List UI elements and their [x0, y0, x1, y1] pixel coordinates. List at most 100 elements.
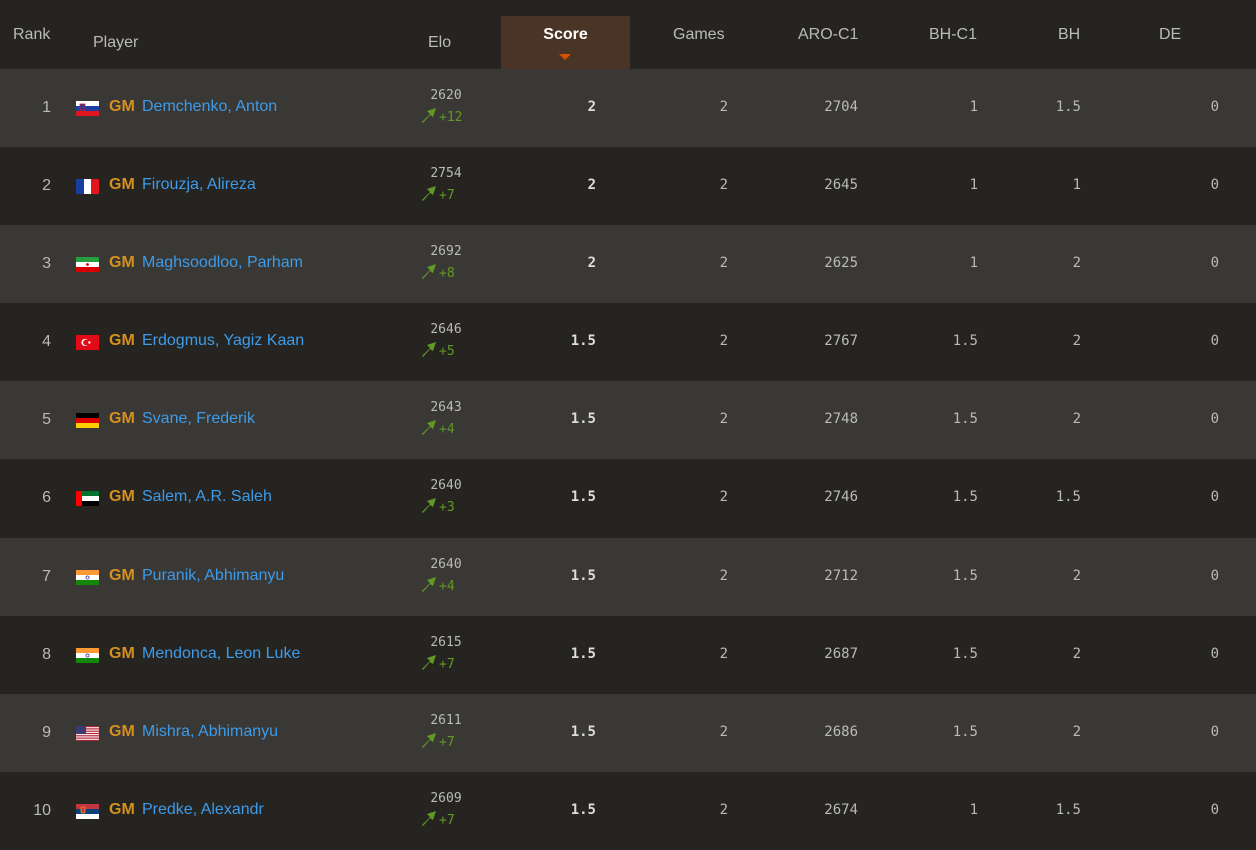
rank-cell: 9 — [42, 723, 51, 741]
aro-c1-cell: 2712 — [824, 567, 858, 584]
score-cell: 1.5 — [570, 801, 596, 818]
bh-c1-cell: 1.5 — [952, 567, 978, 584]
elo-rating: 2615 — [430, 634, 462, 650]
trend-up-icon — [421, 108, 439, 125]
games-cell: 2 — [719, 333, 728, 350]
player-title: GM — [109, 566, 135, 584]
score-cell: 2 — [587, 255, 596, 272]
bh-c1-cell: 1.5 — [952, 645, 978, 662]
elo-change: +4 — [421, 419, 455, 437]
bh-c1-column-header[interactable]: BH-C1 — [929, 26, 977, 44]
table-header: Rank Player Elo Score Games ARO-C1 BH-C1… — [0, 0, 1256, 69]
de-cell: 0 — [1210, 99, 1219, 115]
elo-column-header[interactable]: Elo — [428, 34, 451, 52]
india-flag — [76, 569, 99, 585]
table-row: 1 GM Demchenko, Anton 2620 +12 2 2 2704 1 1.5 0 — [0, 69, 1256, 148]
player-title: GM — [109, 176, 135, 194]
bh-cell: 2 — [1072, 255, 1081, 272]
elo-rating: 2692 — [430, 244, 462, 260]
trend-up-icon — [421, 810, 439, 828]
player-name-link[interactable]: Maghsoodloo, Parham — [142, 254, 303, 272]
elo-change: +7 — [421, 732, 455, 750]
bh-c1-cell: 1 — [969, 255, 978, 272]
elo-change-value: +3 — [439, 500, 455, 516]
rank-cell: 7 — [42, 567, 51, 585]
aro-c1-cell: 2767 — [824, 333, 858, 350]
trend-up-icon — [421, 732, 439, 750]
uae-flag — [76, 491, 99, 507]
trend-up-icon — [421, 186, 439, 203]
de-cell: 0 — [1210, 723, 1219, 740]
aro-c1-column-header[interactable]: ARO-C1 — [798, 26, 858, 44]
games-cell: 2 — [719, 567, 728, 584]
de-cell: 0 — [1210, 567, 1219, 584]
table-row: 5 GM Svane, Frederik 2643 +4 1.5 2 2748 1.5 2 0 — [0, 381, 1256, 460]
elo-change: +4 — [421, 576, 455, 594]
score-cell: 1.5 — [570, 411, 596, 428]
player-name-link[interactable]: Erdogmus, Yagiz Kaan — [142, 332, 304, 350]
de-cell: 0 — [1210, 801, 1219, 818]
games-cell: 2 — [719, 489, 728, 506]
aro-c1-cell: 2625 — [824, 255, 858, 272]
india-flag — [76, 647, 99, 663]
player-name-link[interactable]: Mendonca, Leon Luke — [142, 645, 300, 663]
table-row: 9 GM Mishra, Abhimanyu 2611 +7 1.5 2 2686 1.5 2 0 — [0, 693, 1256, 772]
elo-change-value: +7 — [439, 656, 455, 672]
player-name-link[interactable]: Svane, Frederik — [142, 410, 255, 428]
player-name-link[interactable]: Salem, A.R. Saleh — [142, 488, 272, 506]
germany-flag — [76, 413, 99, 429]
table-body: 1 GM Demchenko, Anton 2620 +12 2 2 2704 1 1.5 0 2 GM… — [0, 69, 1256, 850]
iran-flag — [76, 257, 99, 273]
rank-cell: 6 — [42, 489, 51, 507]
player-name-link[interactable]: Predke, Alexandr — [142, 801, 264, 819]
elo-change-value: +7 — [439, 812, 455, 828]
score-column-header[interactable]: Score — [501, 16, 630, 69]
rank-cell: 10 — [33, 801, 51, 819]
trend-up-icon — [421, 342, 439, 359]
rank-cell: 5 — [42, 411, 51, 429]
rank-cell: 2 — [42, 177, 51, 195]
table-row: 8 GM Mendonca, Leon Luke 2615 +7 1.5 2 2687 1.5 2… — [0, 615, 1256, 694]
elo-change-value: +7 — [439, 734, 455, 750]
de-column-header[interactable]: DE — [1159, 26, 1181, 44]
elo-change: +7 — [421, 654, 455, 672]
trend-up-icon — [421, 576, 439, 594]
games-column-header[interactable]: Games — [673, 26, 725, 44]
player-name-link[interactable]: Firouzja, Alireza — [142, 176, 256, 194]
bh-c1-cell: 1.5 — [952, 333, 978, 350]
bh-column-header[interactable]: BH — [1058, 26, 1080, 44]
de-cell: 0 — [1210, 489, 1219, 506]
elo-change: +8 — [421, 263, 455, 281]
elo-change-value: +4 — [439, 422, 455, 438]
player-name-link[interactable]: Puranik, Abhimanyu — [142, 567, 284, 585]
player-name-link[interactable]: Demchenko, Anton — [142, 98, 277, 116]
player-name-link[interactable]: Mishra, Abhimanyu — [142, 723, 278, 741]
player-title: GM — [109, 98, 135, 115]
bh-cell: 2 — [1072, 411, 1081, 428]
player-title: GM — [109, 332, 135, 350]
table-row: 7 GM Puranik, Abhimanyu 2640 +4 1.5 2 2712 1.5 2 0 — [0, 537, 1256, 616]
player-column-header[interactable]: Player — [93, 34, 138, 52]
games-cell: 2 — [719, 99, 728, 115]
player-title: GM — [109, 644, 135, 662]
elo-change-value: +7 — [439, 188, 455, 204]
standings-table: Rank Player Elo Score Games ARO-C1 BH-C1… — [0, 0, 1256, 850]
bh-c1-cell: 1 — [969, 177, 978, 194]
elo-rating: 2640 — [430, 478, 462, 494]
elo-rating: 2754 — [430, 166, 462, 182]
rank-column-header[interactable]: Rank — [13, 26, 50, 44]
bh-c1-cell: 1 — [969, 99, 978, 115]
score-cell: 1.5 — [570, 645, 596, 662]
elo-change: +5 — [421, 341, 455, 359]
score-cell: 2 — [587, 177, 596, 194]
trend-up-icon — [421, 654, 439, 672]
elo-change: +3 — [421, 497, 455, 515]
bh-c1-cell: 1.5 — [952, 411, 978, 428]
elo-rating: 2620 — [430, 88, 462, 103]
aro-c1-cell: 2686 — [824, 723, 858, 740]
bh-cell: 2 — [1072, 645, 1081, 662]
usa-flag — [76, 725, 99, 741]
aro-c1-cell: 2704 — [824, 99, 858, 115]
aro-c1-cell: 2746 — [824, 489, 858, 506]
elo-change-value: +12 — [439, 110, 463, 125]
